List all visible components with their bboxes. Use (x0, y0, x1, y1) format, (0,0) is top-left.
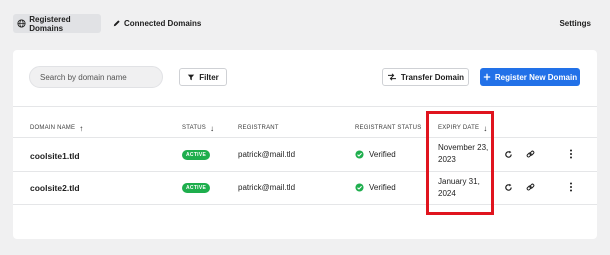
status-badge-cell: ACTIVE (182, 150, 211, 160)
filter-button[interactable]: Filter (179, 68, 227, 86)
column-header-registrant: REGISTRANT (238, 123, 279, 133)
column-header-status-label: STATUS (182, 125, 206, 131)
link-icon (526, 150, 534, 157)
column-header-domain-name-label: DOMAIN NAME (30, 125, 76, 131)
status-badge: ACTIVE (182, 150, 211, 160)
domain-name-link[interactable]: coolsite1.tld (30, 151, 80, 161)
check-circle-icon (355, 150, 364, 159)
registrant-email: patrick@mail.tld (238, 150, 296, 159)
column-header-status[interactable]: STATUS ↓ (182, 123, 214, 133)
refresh-icon (504, 150, 512, 158)
tab-registered-domains-label: Registered Domains (29, 14, 71, 33)
kebab-menu-icon (570, 182, 572, 192)
registrant-email: patrick@mail.tld (238, 183, 296, 192)
filter-icon (187, 73, 195, 81)
globe-icon (17, 19, 26, 29)
toolbar-divider (13, 106, 597, 107)
status-badge-cell: ACTIVE (182, 183, 211, 193)
pen-icon (111, 19, 121, 29)
register-new-domain-button[interactable]: Register New Domain (480, 68, 580, 86)
registrant-status: Verified (355, 150, 396, 159)
renew-button[interactable] (502, 148, 514, 160)
transfer-domain-button[interactable]: Transfer Domain (382, 68, 469, 86)
domains-card: Filter Transfer Domain Register New Doma… (13, 50, 597, 239)
tab-registered-domains[interactable]: Registered Domains (13, 14, 101, 33)
renew-button[interactable] (502, 181, 514, 193)
row-divider (13, 204, 597, 205)
plus-icon (483, 73, 491, 81)
row-divider (13, 171, 597, 172)
top-navigation: Registered Domains Connected Domains Set… (13, 14, 597, 33)
arrow-up-icon: ↑ (79, 123, 84, 133)
registrant-status: Verified (355, 183, 396, 192)
refresh-icon (504, 183, 512, 191)
check-circle-icon (355, 183, 364, 192)
settings-link[interactable]: Settings (559, 14, 591, 33)
registrant-status-label: Verified (369, 183, 396, 192)
column-header-registrant-status: REGISTRANT STATUS (355, 123, 421, 133)
column-header-registrant-label: REGISTRANT (238, 125, 279, 131)
expiry-date-highlight (426, 111, 494, 215)
tab-connected-domains-label: Connected Domains (124, 19, 202, 28)
kebab-menu-icon (570, 149, 572, 159)
transfer-domain-label: Transfer Domain (400, 72, 465, 82)
arrow-down-icon: ↓ (209, 123, 215, 133)
status-badge: ACTIVE (182, 183, 211, 193)
column-header-domain-name[interactable]: DOMAIN NAME ↑ (30, 123, 83, 133)
column-header-registrant-status-label: REGISTRANT STATUS (355, 125, 422, 131)
link-button[interactable] (524, 148, 536, 160)
link-icon (526, 183, 534, 190)
register-new-domain-label: Register New Domain (494, 72, 578, 82)
more-options-button[interactable] (565, 148, 577, 160)
transfer-icon (387, 73, 397, 81)
search-input[interactable] (40, 72, 160, 82)
more-options-button[interactable] (565, 181, 577, 193)
registrant-status-label: Verified (369, 150, 396, 159)
search-field[interactable] (29, 66, 163, 88)
domain-name-link[interactable]: coolsite2.tld (30, 183, 80, 193)
tab-connected-domains[interactable]: Connected Domains (109, 14, 201, 33)
link-button[interactable] (524, 181, 536, 193)
filter-button-label: Filter (199, 72, 219, 82)
header-divider (13, 137, 597, 138)
